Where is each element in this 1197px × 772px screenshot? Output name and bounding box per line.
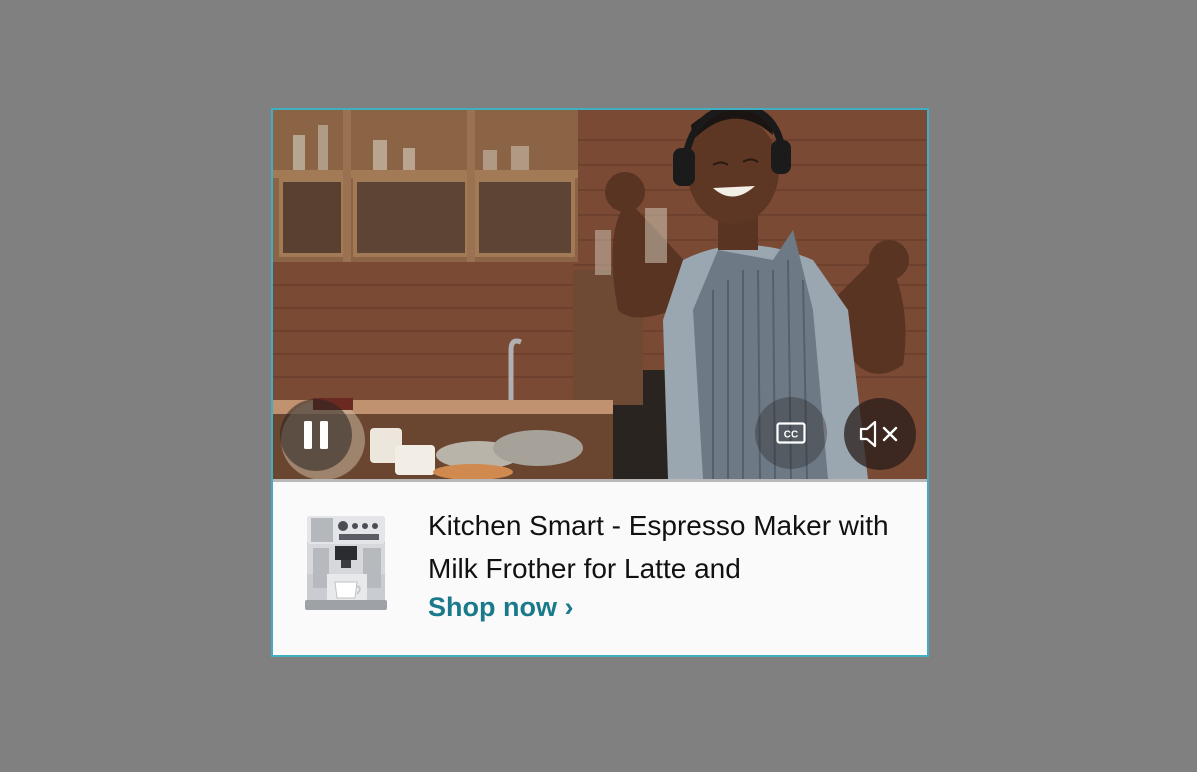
speaker-muted-icon — [859, 420, 898, 448]
espresso-maker-thumbnail[interactable] — [303, 512, 389, 614]
pause-button[interactable] — [280, 399, 352, 471]
ad-video[interactable]: CC — [273, 110, 927, 479]
closed-captions-button[interactable]: CC — [755, 397, 827, 469]
video-ad-card[interactable]: CC Kitchen Smart - Espresso Maker with M… — [271, 108, 929, 657]
video-frame-kitchen-scene — [273, 110, 927, 479]
mute-toggle-button[interactable] — [844, 398, 916, 470]
closed-captions-icon: CC — [776, 422, 806, 444]
product-title[interactable]: Kitchen Smart - Espresso Maker with Milk… — [428, 504, 898, 590]
product-info[interactable]: Kitchen Smart - Espresso Maker with Milk… — [273, 482, 927, 655]
svg-text:CC: CC — [784, 430, 798, 441]
shop-now-link[interactable]: Shop now › — [428, 592, 573, 623]
pause-icon — [304, 421, 328, 449]
